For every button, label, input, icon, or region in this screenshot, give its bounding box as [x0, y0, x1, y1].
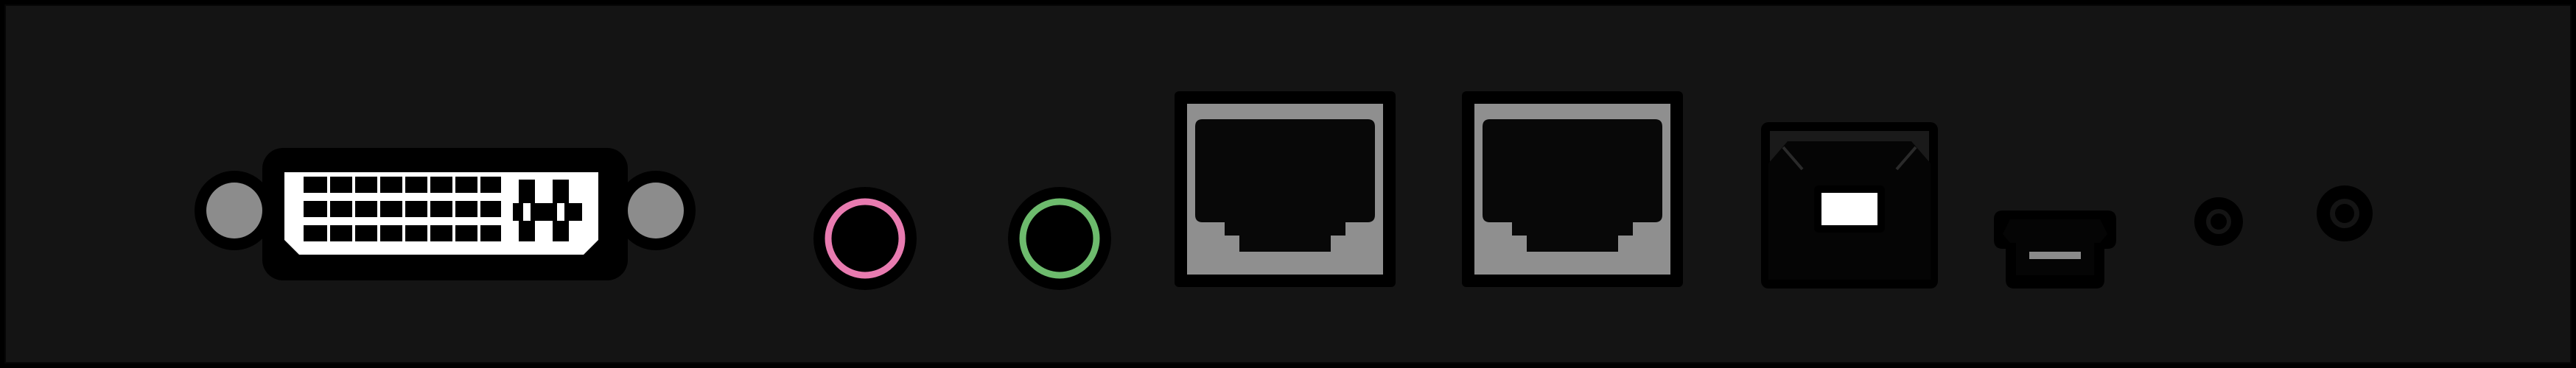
- indicator-hole-icon: [2317, 185, 2373, 241]
- dvi-connector-icon: [195, 148, 696, 280]
- usb-b-port[interactable]: [1761, 122, 1938, 289]
- led-hole-2: [2315, 184, 2374, 243]
- audio-jack-pink[interactable]: [812, 185, 918, 291]
- mini-usb-port[interactable]: [1994, 210, 2116, 289]
- audio-jack-icon: [1008, 187, 1111, 290]
- led-hole-1: [2193, 196, 2244, 247]
- audio-jack-green[interactable]: [1007, 185, 1113, 291]
- audio-jack-icon: [813, 187, 917, 290]
- usb-b-icon: [1761, 122, 1938, 289]
- mini-usb-icon: [1994, 210, 2116, 289]
- indicator-hole-icon: [2194, 197, 2243, 246]
- rj45-icon: [1462, 91, 1683, 287]
- ethernet-port-2[interactable]: [1462, 91, 1683, 287]
- dvi-port[interactable]: [186, 144, 704, 284]
- ethernet-port-1[interactable]: [1175, 91, 1396, 287]
- rj45-icon: [1175, 91, 1396, 287]
- rear-io-panel: [4, 4, 2572, 364]
